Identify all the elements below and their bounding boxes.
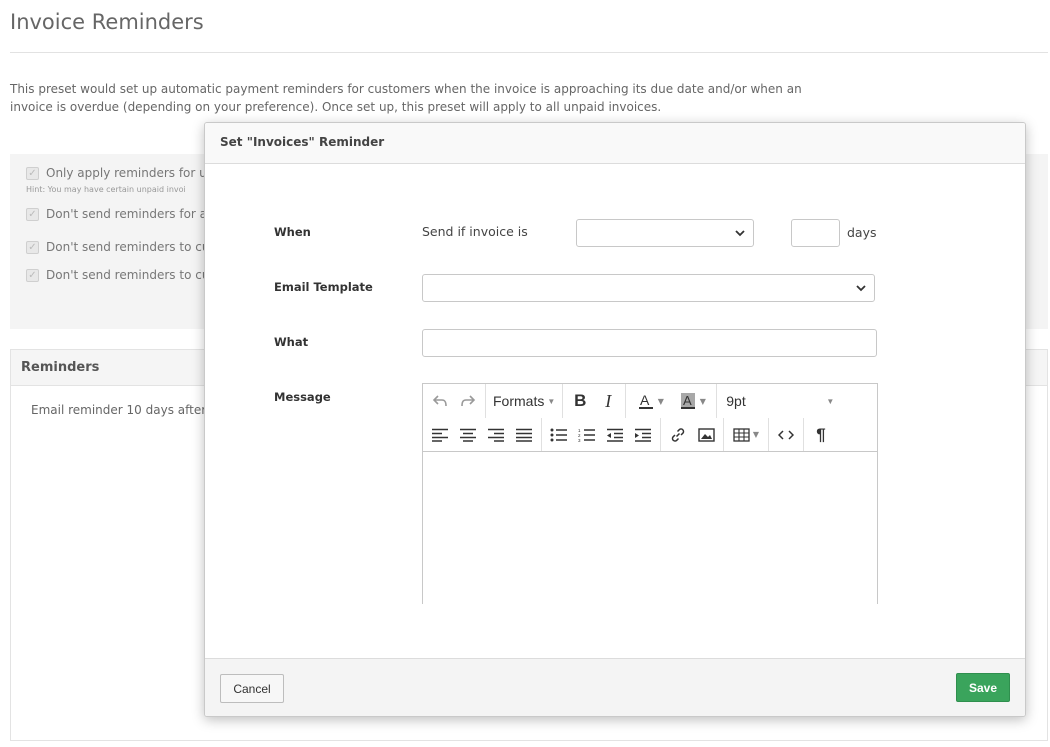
- caret-down-icon: ▼: [657, 396, 664, 406]
- table-group: ▼: [724, 418, 769, 451]
- setting-option[interactable]: ✓ Don't send reminders for am: [26, 207, 219, 221]
- source-code-button[interactable]: [772, 422, 800, 448]
- formats-dropdown[interactable]: Formats ▼: [489, 388, 559, 414]
- message-editor: Formats ▼ B I A ▼ A ▼ 9pt ▼ 1 2 3 ▼ ¶: [422, 383, 878, 604]
- save-button[interactable]: Save: [956, 673, 1010, 702]
- table-icon: [733, 427, 750, 442]
- page-title: Invoice Reminders: [10, 10, 204, 34]
- italic-button[interactable]: I: [594, 388, 622, 414]
- align-left-icon: [432, 428, 448, 442]
- formats-label: Formats: [493, 393, 545, 409]
- checkbox[interactable]: ✓: [26, 166, 39, 180]
- title-divider: [10, 52, 1048, 53]
- color-group: A ▼ A ▼: [626, 384, 718, 418]
- undo-button[interactable]: [426, 388, 454, 414]
- insert-image-button[interactable]: [692, 422, 720, 448]
- setting-option[interactable]: ✓ Don't send reminders to cus: [26, 268, 216, 282]
- cancel-button[interactable]: Cancel: [220, 674, 284, 703]
- caret-down-icon: ▼: [826, 396, 835, 406]
- outdent-icon: [607, 428, 623, 442]
- reminder-item[interactable]: Email reminder 10 days after: [31, 403, 206, 417]
- send-if-text: Send if invoice is: [422, 224, 528, 239]
- text-color-button[interactable]: A ▼: [629, 388, 671, 414]
- what-input[interactable]: [422, 329, 877, 357]
- setting-label: Only apply reminders for un: [46, 166, 215, 180]
- code-group: [769, 418, 804, 451]
- align-left-button[interactable]: [426, 422, 454, 448]
- align-center-icon: [460, 428, 476, 442]
- align-right-icon: [488, 428, 504, 442]
- days-input[interactable]: [791, 219, 840, 247]
- svg-text:3: 3: [578, 438, 581, 442]
- background-color-icon: A: [680, 393, 695, 409]
- what-label: What: [274, 335, 309, 349]
- code-icon: [778, 429, 794, 440]
- insert-link-button[interactable]: [664, 422, 692, 448]
- message-label: Message: [274, 390, 331, 404]
- image-icon: [697, 427, 715, 442]
- caret-down-icon: ▼: [699, 396, 706, 406]
- list-group: 123: [542, 418, 661, 451]
- align-right-button[interactable]: [482, 422, 510, 448]
- caret-down-icon: ▼: [752, 430, 760, 439]
- indent-icon: [635, 428, 651, 442]
- insert-group: [661, 418, 724, 451]
- text-color-icon: A: [638, 392, 653, 409]
- font-size-value: 9pt: [726, 393, 746, 409]
- editor-toolbar-row-2: 123 ▼ ¶: [423, 418, 877, 452]
- hint-text: Hint: You may have certain unpaid invoi: [26, 185, 186, 194]
- indent-button[interactable]: [629, 422, 657, 448]
- align-justify-button[interactable]: [510, 422, 538, 448]
- history-group: [423, 384, 486, 418]
- formats-group: Formats ▼: [486, 384, 564, 418]
- setting-option[interactable]: ✓ Don't send reminders to cus: [26, 240, 216, 254]
- italic-icon: I: [605, 390, 612, 411]
- dialog-title: Set "Invoices" Reminder: [205, 123, 1025, 164]
- blocks-group: ¶: [804, 418, 838, 451]
- bold-button[interactable]: B: [566, 388, 594, 414]
- redo-icon: [461, 395, 476, 407]
- setting-label: Don't send reminders to cus: [46, 268, 216, 282]
- setting-label: Don't send reminders to cus: [46, 240, 216, 254]
- message-body-area[interactable]: [423, 453, 877, 604]
- align-justify-icon: [516, 428, 532, 442]
- bold-icon: B: [574, 391, 587, 410]
- chevron-down-icon: [735, 230, 745, 237]
- redo-button[interactable]: [454, 388, 482, 414]
- checkbox[interactable]: ✓: [26, 240, 39, 254]
- numbered-list-button[interactable]: 123: [573, 422, 601, 448]
- invoice-condition-select[interactable]: [576, 219, 754, 247]
- setting-label: Don't send reminders for am: [46, 207, 219, 221]
- email-template-label: Email Template: [274, 280, 373, 294]
- insert-table-button[interactable]: ▼: [727, 422, 765, 448]
- numbered-list-icon: 123: [578, 428, 595, 442]
- editor-toolbar-row-1: Formats ▼ B I A ▼ A ▼ 9pt ▼: [423, 384, 877, 418]
- align-group: [423, 418, 542, 451]
- font-size-dropdown[interactable]: 9pt ▼: [720, 388, 840, 414]
- chevron-down-icon: [856, 285, 866, 292]
- email-template-select[interactable]: [422, 274, 875, 302]
- outdent-button[interactable]: [601, 422, 629, 448]
- when-label: When: [274, 225, 311, 239]
- svg-text:A: A: [683, 393, 692, 408]
- background-color-button[interactable]: A ▼: [671, 388, 713, 414]
- setting-option[interactable]: ✓ Only apply reminders for un: [26, 166, 214, 180]
- bullet-list-button[interactable]: [545, 422, 573, 448]
- caret-down-icon: ▼: [547, 396, 556, 406]
- dialog-footer: Cancel Save: [205, 658, 1025, 716]
- svg-text:A: A: [640, 392, 650, 408]
- font-size-group: 9pt ▼: [717, 384, 843, 418]
- reminder-dialog: Set "Invoices" Reminder When Send if inv…: [204, 122, 1026, 717]
- align-center-button[interactable]: [454, 422, 482, 448]
- checkbox[interactable]: ✓: [26, 207, 39, 221]
- paragraph-icon: ¶: [816, 424, 826, 444]
- days-suffix: days: [847, 225, 877, 240]
- intro-text: This preset would set up automatic payme…: [10, 82, 802, 114]
- undo-icon: [432, 395, 447, 407]
- checkbox[interactable]: ✓: [26, 268, 39, 282]
- bullet-list-icon: [550, 428, 567, 441]
- style-group: B I: [563, 384, 627, 418]
- show-blocks-button[interactable]: ¶: [807, 422, 835, 448]
- link-icon: [671, 427, 685, 442]
